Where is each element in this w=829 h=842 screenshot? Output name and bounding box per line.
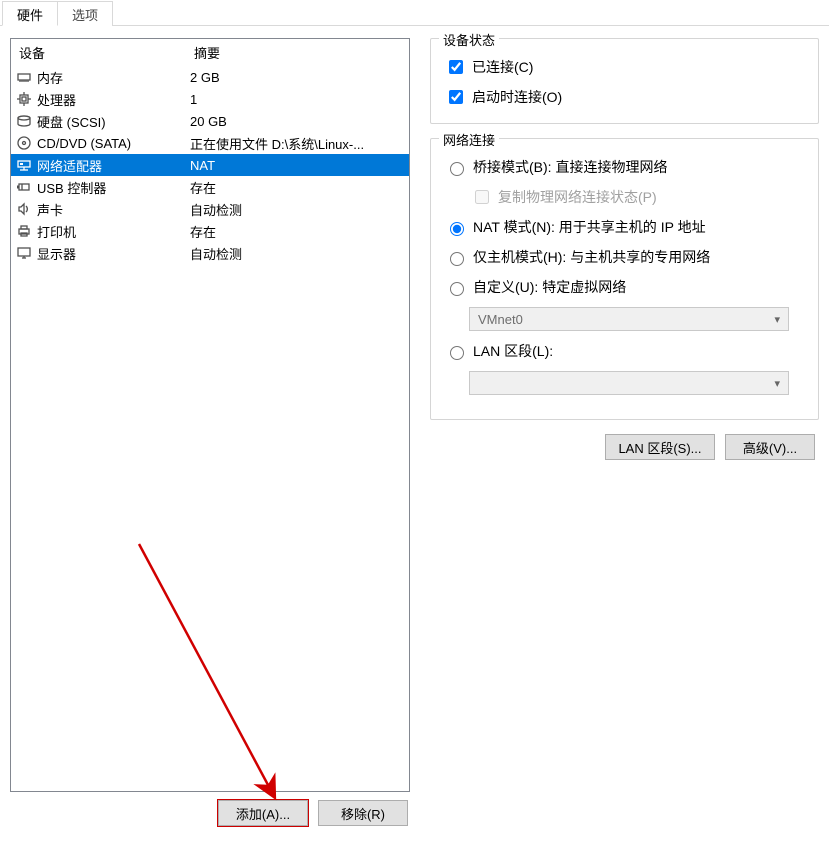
device-row-summary: 20 GB: [190, 114, 405, 129]
device-row-summary: 自动检测: [190, 200, 405, 219]
bridged-label: 桥接模式(B): 直接连接物理网络: [473, 157, 667, 177]
device-row[interactable]: 内存2 GB: [11, 66, 409, 88]
device-row-summary: 1: [190, 92, 405, 107]
network-icon: [15, 157, 33, 173]
add-button[interactable]: 添加(A)...: [218, 800, 308, 826]
device-status-group: 设备状态 已连接(C) 启动时连接(O): [430, 38, 819, 124]
device-row[interactable]: USB 控制器存在: [11, 176, 409, 198]
device-row-summary: 正在使用文件 D:\系统\Linux-...: [190, 134, 405, 153]
lan-segment-select: ▾: [469, 371, 789, 395]
connect-on-start-check[interactable]: 启动时连接(O): [445, 87, 804, 107]
hostonly-label: 仅主机模式(H): 与主机共享的专用网络: [473, 247, 710, 267]
connected-checkbox[interactable]: [449, 60, 463, 74]
nat-radio[interactable]: NAT 模式(N): 用于共享主机的 IP 地址: [445, 217, 804, 237]
device-status-legend: 设备状态: [439, 30, 499, 49]
device-row[interactable]: 打印机存在: [11, 220, 409, 242]
replicate-label: 复制物理网络连接状态(P): [498, 187, 657, 207]
hostonly-radio-input[interactable]: [450, 252, 464, 266]
device-row-label: 内存: [37, 68, 190, 87]
connect-on-start-checkbox[interactable]: [449, 90, 463, 104]
device-row-summary: 自动检测: [190, 244, 405, 263]
device-row-label: USB 控制器: [37, 178, 190, 197]
device-row-label: 网络适配器: [37, 156, 190, 175]
lan-segment-radio[interactable]: LAN 区段(L):: [445, 341, 804, 361]
header-device: 设备: [19, 43, 194, 62]
lan-segments-button[interactable]: LAN 区段(S)...: [605, 434, 715, 460]
usb-icon: [15, 179, 33, 195]
connect-on-start-label: 启动时连接(O): [472, 87, 562, 107]
hostonly-radio[interactable]: 仅主机模式(H): 与主机共享的专用网络: [445, 247, 804, 267]
device-list[interactable]: 设备 摘要 内存2 GB处理器1硬盘 (SCSI)20 GBCD/DVD (SA…: [10, 38, 410, 792]
device-list-header: 设备 摘要: [11, 39, 409, 66]
remove-button[interactable]: 移除(R): [318, 800, 408, 826]
custom-radio-input[interactable]: [450, 282, 464, 296]
tab-options[interactable]: 选项: [57, 1, 113, 26]
chevron-down-icon: ▾: [774, 377, 780, 390]
device-row[interactable]: 硬盘 (SCSI)20 GB: [11, 110, 409, 132]
custom-network-value: VMnet0: [478, 312, 523, 327]
replicate-check: 复制物理网络连接状态(P): [471, 187, 804, 207]
device-row[interactable]: 网络适配器NAT: [11, 154, 409, 176]
device-row-label: 硬盘 (SCSI): [37, 112, 190, 131]
device-row-summary: NAT: [190, 158, 405, 173]
connected-check[interactable]: 已连接(C): [445, 57, 804, 77]
device-row[interactable]: 声卡自动检测: [11, 198, 409, 220]
network-legend: 网络连接: [439, 130, 499, 149]
custom-radio[interactable]: 自定义(U): 特定虚拟网络: [445, 277, 804, 297]
chevron-down-icon: ▾: [774, 313, 780, 326]
cd-icon: [15, 135, 33, 151]
bridged-radio[interactable]: 桥接模式(B): 直接连接物理网络: [445, 157, 804, 177]
device-row-label: CD/DVD (SATA): [37, 136, 190, 151]
sound-icon: [15, 201, 33, 217]
device-row[interactable]: CD/DVD (SATA)正在使用文件 D:\系统\Linux-...: [11, 132, 409, 154]
cpu-icon: [15, 91, 33, 107]
device-row-label: 处理器: [37, 90, 190, 109]
header-summary: 摘要: [194, 43, 401, 62]
device-row-label: 显示器: [37, 244, 190, 263]
custom-network-select: VMnet0 ▾: [469, 307, 789, 331]
device-row-label: 打印机: [37, 222, 190, 241]
device-row-summary: 2 GB: [190, 70, 405, 85]
device-row-summary: 存在: [190, 222, 405, 241]
memory-icon: [15, 69, 33, 85]
nat-label: NAT 模式(N): 用于共享主机的 IP 地址: [473, 217, 706, 237]
connected-label: 已连接(C): [472, 57, 533, 77]
custom-label: 自定义(U): 特定虚拟网络: [473, 277, 626, 297]
disk-icon: [15, 113, 33, 129]
device-row[interactable]: 处理器1: [11, 88, 409, 110]
replicate-checkbox: [475, 190, 489, 204]
network-group: 网络连接 桥接模式(B): 直接连接物理网络 复制物理网络连接状态(P) NAT…: [430, 138, 819, 420]
lan-segment-label: LAN 区段(L):: [473, 341, 553, 361]
nat-radio-input[interactable]: [450, 222, 464, 236]
display-icon: [15, 245, 33, 261]
advanced-button[interactable]: 高级(V)...: [725, 434, 815, 460]
tab-hardware[interactable]: 硬件: [2, 1, 58, 26]
tabs-bar: 硬件 选项: [0, 0, 829, 26]
printer-icon: [15, 223, 33, 239]
device-row-summary: 存在: [190, 178, 405, 197]
bridged-radio-input[interactable]: [450, 162, 464, 176]
lan-segment-radio-input[interactable]: [450, 346, 464, 360]
device-row[interactable]: 显示器自动检测: [11, 242, 409, 264]
device-row-label: 声卡: [37, 200, 190, 219]
